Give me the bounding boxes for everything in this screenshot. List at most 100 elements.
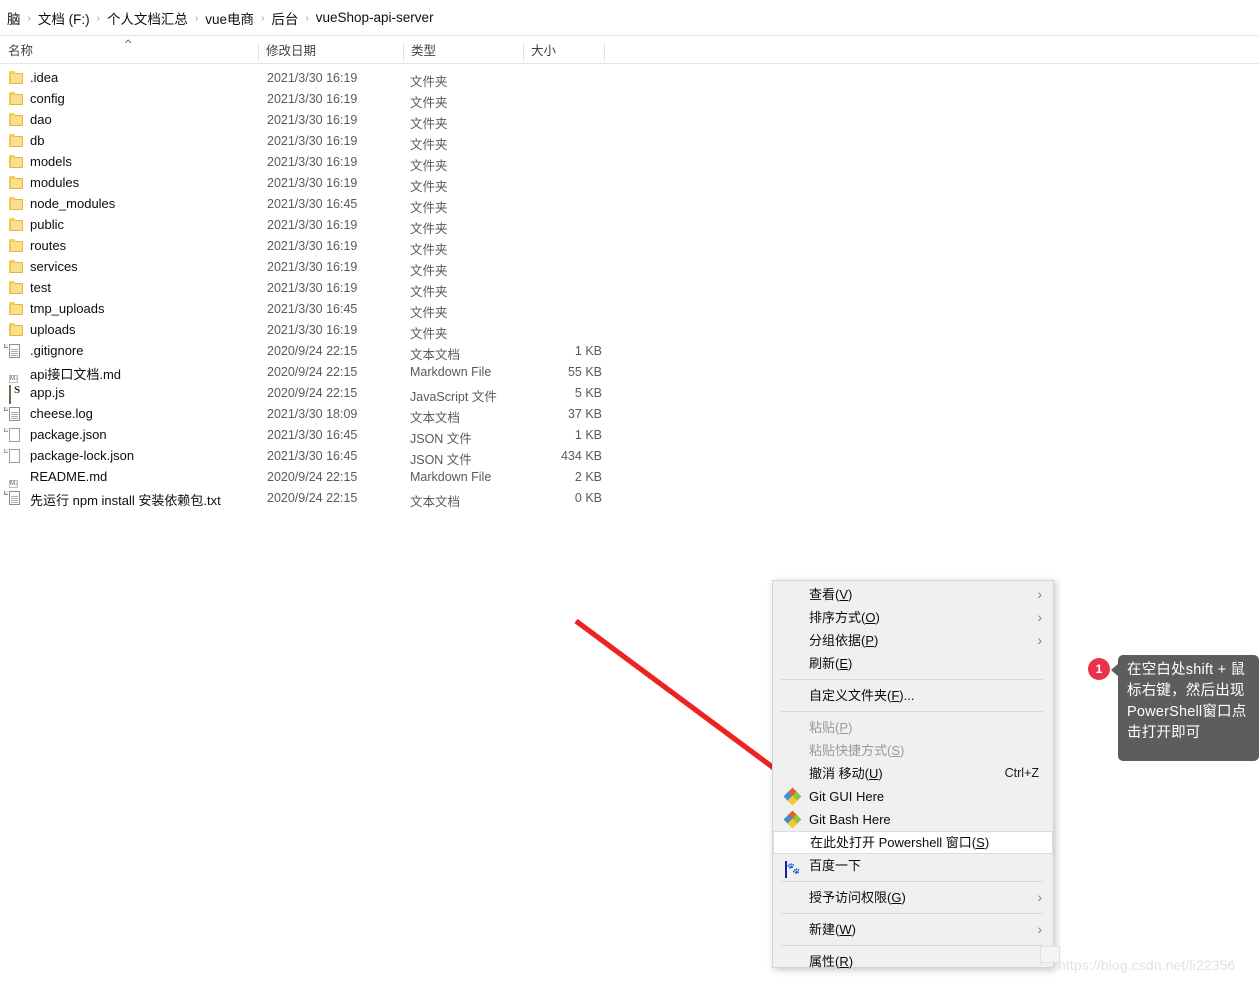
file-modified-date: 2021/3/30 16:19 [267,92,358,106]
file-row[interactable]: services 2021/3/30 16:19 文件夹 [0,257,640,278]
menu-item-label: 粘贴(P) [809,720,853,735]
file-size: 2 KB [574,470,602,484]
file-type: 文本文档 [410,411,461,425]
javascript-file-icon: S [9,384,24,404]
menu-item[interactable]: 刷新(E) [773,652,1053,675]
file-name: models [30,154,72,169]
menu-item[interactable]: 撤消 移动(U) Ctrl+Z [773,762,1053,785]
column-header-type[interactable]: 类型 [403,42,436,64]
explorer-window: 脑 › 文档 (F:) › 个人文档汇总 › vue电商 › 后台 › vueShop-api-se… [0,0,1259,985]
file-row[interactable]: public 2021/3/30 16:19 文件夹 [0,215,640,236]
file-modified-date: 2020/9/24 22:15 [267,491,358,505]
file-row[interactable]: config 2021/3/30 16:19 文件夹 [0,89,640,110]
context-menu[interactable]: 查看(V) › 排序方式(O) › 分组依据(P) › 刷新(E) 自定义文件夹(F)... 粘… [772,580,1054,969]
chevron-right-icon: › [1037,632,1042,648]
column-header-size[interactable]: 大小 [523,42,556,64]
breadcrumb-segment[interactable]: 后台 [266,8,303,28]
file-row[interactable]: package.json 2021/3/30 16:45 JSON 文件 1 KB [0,425,640,446]
menu-item[interactable]: 授予访问权限(G) › [773,886,1053,909]
file-name: services [30,259,78,274]
menu-item-label: 授予访问权限(G) [809,890,906,905]
folder-icon [9,281,24,295]
column-divider[interactable] [258,43,259,60]
menu-item[interactable]: 自定义文件夹(F)... [773,684,1053,707]
file-name: .gitignore [30,343,84,358]
file-row[interactable]: dao 2021/3/30 16:19 文件夹 [0,110,640,131]
file-type: Markdown File [410,470,492,484]
column-header-date[interactable]: 修改日期 [258,42,316,64]
file-row[interactable]: db 2021/3/30 16:19 文件夹 [0,131,640,152]
file-row[interactable]: M↓ README.md 2020/9/24 22:15 Markdown File 2… [0,467,640,488]
breadcrumb[interactable]: 脑 › 文档 (F:) › 个人文档汇总 › vue电商 › 后台 › vueShop-api-se… [0,0,1259,36]
file-row[interactable]: routes 2021/3/30 16:19 文件夹 [0,236,640,257]
file-row[interactable]: modules 2021/3/30 16:19 文件夹 [0,173,640,194]
menu-item-label: 分组依据(P) [809,633,879,648]
chevron-right-icon: › [1037,586,1042,602]
file-row[interactable]: package-lock.json 2021/3/30 16:45 JSON 文件 4… [0,446,640,467]
menu-item[interactable]: 在此处打开 Powershell 窗口(S) [773,831,1053,854]
file-modified-date: 2021/3/30 16:19 [267,218,358,232]
breadcrumb-segment[interactable]: 文档 (F:) [33,8,95,28]
chevron-right-icon: › [1037,889,1042,905]
file-name: package-lock.json [30,448,135,463]
file-size: 1 KB [574,428,602,442]
menu-item[interactable]: 查看(V) › [773,583,1053,606]
file-name: package.json [30,427,107,442]
file-name: tmp_uploads [30,301,105,316]
file-row[interactable]: 先运行 npm install 安装依赖包.txt 2020/9/24 22:15… [0,488,640,509]
file-row[interactable]: M↓ api接口文档.md 2020/9/24 22:15 Markdown File… [0,362,640,383]
menu-item[interactable]: 新建(W) › [773,918,1053,941]
folder-icon [9,197,24,211]
menu-item[interactable]: 属性(R) [773,950,1053,973]
breadcrumb-segment[interactable]: 脑 [2,8,26,28]
file-row[interactable]: Sapp.js 2020/9/24 22:15 JavaScript 文件 5 KB [0,383,640,404]
file-modified-date: 2021/3/30 16:45 [267,449,358,463]
file-row[interactable]: tmp_uploads 2021/3/30 16:45 文件夹 [0,299,640,320]
folder-icon [9,239,24,253]
file-type: JSON 文件 [410,453,472,467]
file-row[interactable]: uploads 2021/3/30 16:19 文件夹 [0,320,640,341]
file-type: JavaScript 文件 [410,390,497,404]
menu-item-label: 新建(W) [809,922,856,937]
column-divider[interactable] [523,43,524,60]
watermark: https://blog.csdn.net/li22356 [1058,957,1236,973]
file-size: 37 KB [567,407,602,421]
file-modified-date: 2021/3/30 16:19 [267,239,358,253]
file-type: 文本文档 [410,348,461,362]
file-type: 文件夹 [410,138,448,152]
json-file-icon [4,428,24,442]
file-type: 文件夹 [410,117,448,131]
breadcrumb-segment[interactable]: 个人文档汇总 [102,8,193,28]
file-size: 5 KB [574,386,602,400]
file-row[interactable]: node_modules 2021/3/30 16:45 文件夹 [0,194,640,215]
breadcrumb-segment[interactable]: vueShop-api-server [311,10,439,25]
file-modified-date: 2021/3/30 16:19 [267,281,358,295]
menu-item-label: 粘贴快捷方式(S) [809,743,905,758]
menu-item-label: 撤消 移动(U) [809,766,883,781]
file-row[interactable]: test 2021/3/30 16:19 文件夹 [0,278,640,299]
annotation-callout: 在空白处shift + 鼠标右键，然后出现PowerShell窗口点击打开即可 [1111,655,1259,761]
file-row[interactable]: cheese.log 2021/3/30 18:09 文本文档 37 KB [0,404,640,425]
breadcrumb-segment[interactable]: vue电商 [200,8,259,28]
file-name: dao [30,112,52,127]
file-row[interactable]: .gitignore 2020/9/24 22:15 文本文档 1 KB [0,341,640,362]
watermark-box [1040,946,1060,963]
file-name: app.js [30,385,65,400]
menu-item[interactable]: 🐾 百度一下 [773,854,1053,878]
breadcrumb-separator: › [194,12,199,24]
file-row[interactable]: models 2021/3/30 16:19 文件夹 [0,152,640,173]
menu-item-label: Git Bash Here [809,812,891,827]
menu-item[interactable]: 分组依据(P) › [773,629,1053,652]
file-type: 文件夹 [410,180,448,194]
column-divider[interactable] [604,43,605,60]
column-divider[interactable] [403,43,404,60]
menu-item[interactable]: Git GUI Here [773,785,1053,808]
file-size: 1 KB [574,344,602,358]
menu-item[interactable]: Git Bash Here [773,808,1053,831]
baidu-icon: 🐾 [785,858,801,878]
file-row[interactable]: .idea 2021/3/30 16:19 文件夹 [0,68,640,89]
file-modified-date: 2020/9/24 22:15 [267,470,358,484]
file-modified-date: 2021/3/30 16:19 [267,323,358,337]
column-header-name[interactable]: 名称 [0,42,33,64]
menu-item[interactable]: 排序方式(O) › [773,606,1053,629]
